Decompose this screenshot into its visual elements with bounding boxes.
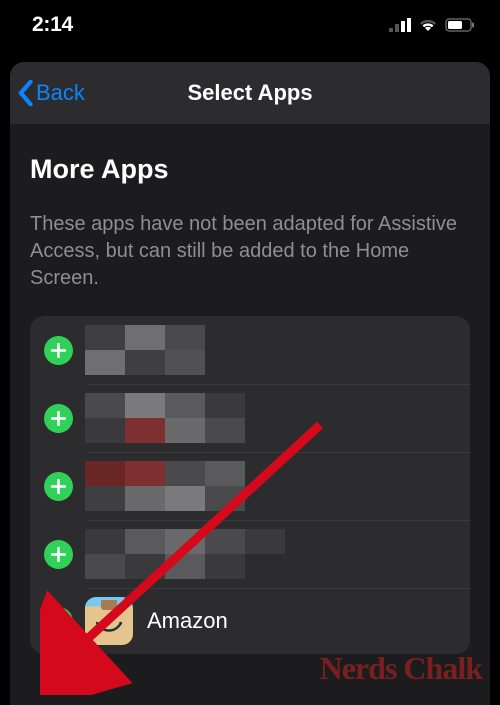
redacted-app [85, 529, 325, 579]
status-time: 2:14 [32, 13, 73, 37]
list-item-amazon: Amazon [30, 588, 470, 654]
add-button[interactable] [44, 540, 73, 569]
wifi-icon [418, 18, 438, 32]
cellular-icon [389, 18, 411, 32]
more-apps-section: More Apps These apps have not been adapt… [10, 124, 490, 654]
content-shell: Back Select Apps More Apps These apps ha… [10, 62, 490, 705]
back-button[interactable]: Back [10, 79, 85, 107]
redacted-app [85, 461, 325, 511]
apps-list: Amazon [30, 316, 470, 654]
add-button[interactable] [44, 472, 73, 501]
add-button[interactable] [44, 404, 73, 433]
list-item [30, 316, 470, 384]
redacted-app [85, 325, 325, 375]
section-title: More Apps [30, 154, 470, 185]
list-item [30, 384, 470, 452]
plus-icon [51, 614, 66, 629]
chevron-left-icon [16, 79, 34, 107]
plus-icon [51, 479, 66, 494]
section-description: These apps have not been adapted for Ass… [30, 211, 470, 292]
amazon-app-icon [85, 597, 133, 645]
list-item [30, 452, 470, 520]
status-indicators [389, 18, 475, 32]
back-label: Back [36, 80, 85, 106]
battery-icon [445, 18, 475, 32]
add-button[interactable] [44, 336, 73, 365]
status-bar: 2:14 [0, 0, 500, 50]
plus-icon [51, 343, 66, 358]
nav-bar: Back Select Apps [10, 62, 490, 124]
add-button[interactable] [44, 607, 73, 636]
app-label: Amazon [147, 608, 228, 634]
plus-icon [51, 547, 66, 562]
plus-icon [51, 411, 66, 426]
redacted-app [85, 393, 325, 443]
list-item [30, 520, 470, 588]
